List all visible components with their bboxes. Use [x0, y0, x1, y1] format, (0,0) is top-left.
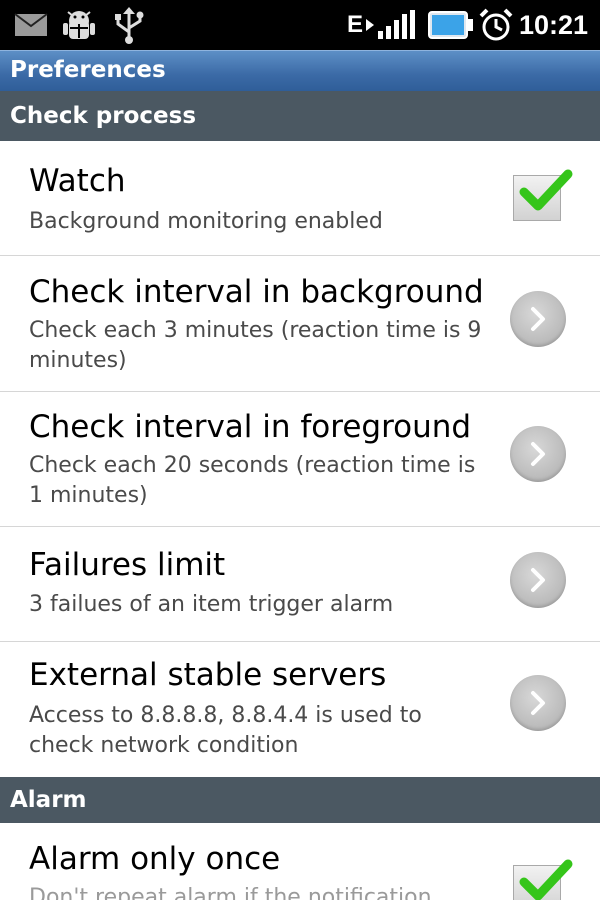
pref-check-interval-foreground[interactable]: Check interval in foreground Check each …: [0, 392, 600, 527]
alarm-only-once-checkbox[interactable]: [513, 859, 573, 900]
chevron-right-icon[interactable]: [510, 675, 566, 731]
pref-failures-limit[interactable]: Failures limit 3 failues of an item trig…: [0, 527, 600, 642]
watch-checkbox[interactable]: [513, 169, 573, 221]
pref-summary: Don't repeat alarm if the notification: [29, 885, 432, 900]
network-type-label: E: [347, 11, 364, 38]
status-bar: E 10:21: [0, 0, 600, 50]
category-header-alarm: Alarm: [0, 777, 600, 823]
checkmark-icon: [519, 169, 573, 211]
pref-external-stable-servers[interactable]: External stable servers Access to 8.8.8.…: [0, 642, 600, 777]
pref-summary: Check each 20 seconds (reaction time is …: [29, 453, 476, 508]
alarm-clock-icon: [478, 0, 514, 50]
chevron-right-icon[interactable]: [510, 426, 566, 482]
clock-time: 10:21: [518, 10, 588, 40]
pref-title: Alarm only once: [29, 841, 281, 877]
pref-summary: 3 failues of an item trigger alarm: [29, 592, 394, 617]
category-header-check-process: Check process: [0, 91, 600, 141]
chevron-right-icon[interactable]: [510, 552, 566, 608]
category-label: Alarm: [10, 787, 87, 813]
pref-title: Check interval in foreground: [29, 409, 472, 445]
pref-title: Watch: [29, 163, 126, 199]
pref-watch[interactable]: Watch Background monitoring enabled: [0, 141, 600, 256]
pref-title: Check interval in background: [29, 274, 484, 310]
android-debug-icon: [60, 0, 98, 50]
battery-icon: [428, 0, 474, 50]
title-bar: Preferences: [0, 50, 600, 91]
pref-summary: Background monitoring enabled: [29, 209, 383, 234]
category-label: Check process: [10, 103, 197, 129]
pref-alarm-only-once[interactable]: Alarm only once Don't repeat alarm if th…: [0, 823, 600, 900]
email-icon: [14, 0, 48, 50]
checkmark-icon: [519, 859, 573, 900]
pref-title: Failures limit: [29, 547, 226, 583]
pref-summary: Access to 8.8.8.8, 8.8.4.4 is used to ch…: [29, 703, 422, 758]
signal-icon: [364, 0, 420, 50]
pref-check-interval-background[interactable]: Check interval in background Check each …: [0, 256, 600, 392]
chevron-right-icon[interactable]: [510, 291, 566, 347]
pref-summary: Check each 3 minutes (reaction time is 9…: [29, 318, 482, 373]
page-title: Preferences: [10, 57, 166, 83]
pref-title: External stable servers: [29, 657, 387, 693]
usb-icon: [112, 0, 146, 50]
